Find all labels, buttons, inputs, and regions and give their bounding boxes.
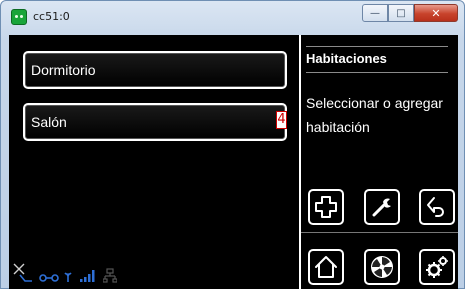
link-icon xyxy=(39,274,59,282)
room-count-badge: 4 xyxy=(276,111,287,129)
fan-button[interactable] xyxy=(364,249,400,285)
wrench-icon xyxy=(372,198,391,217)
panel-title: Habitaciones xyxy=(306,51,387,66)
panel-divider xyxy=(299,35,301,289)
lan-icon xyxy=(103,268,117,283)
panel-rule-top xyxy=(306,46,448,47)
add-icon xyxy=(315,196,337,218)
app-window: cc51:0 — □ ✕ Dormitorio Salón 4 Habitaci… xyxy=(0,0,465,289)
close-icon: ✕ xyxy=(431,6,441,20)
maximize-button[interactable]: □ xyxy=(388,4,414,22)
signal-bars-icon xyxy=(80,270,95,282)
client-area: Dormitorio Salón 4 Habitaciones Seleccio… xyxy=(9,35,458,289)
edit-room-button[interactable] xyxy=(364,189,400,225)
window-controls: — □ ✕ xyxy=(362,4,458,24)
gears-icon xyxy=(426,256,448,278)
minimize-button[interactable]: — xyxy=(362,4,388,22)
settings-button[interactable] xyxy=(419,249,455,285)
room-label: Salón xyxy=(31,114,67,130)
network-icon xyxy=(19,274,32,282)
toolbar-separator xyxy=(301,232,458,233)
room-label: Dormitorio xyxy=(31,62,96,78)
title-bar[interactable]: cc51:0 — □ ✕ xyxy=(1,1,464,35)
maximize-icon: □ xyxy=(396,7,406,19)
add-room-button[interactable] xyxy=(308,189,344,225)
panel-instructions: Seleccionar o agregar habitación xyxy=(306,95,443,135)
home-button[interactable] xyxy=(308,249,344,285)
panel-rule-bottom xyxy=(306,72,448,73)
room-button-dormitorio[interactable]: Dormitorio xyxy=(23,51,287,89)
home-icon xyxy=(315,256,337,278)
back-icon xyxy=(427,197,444,217)
window-title: cc51:0 xyxy=(33,10,70,23)
minimize-icon: — xyxy=(370,7,380,19)
fan-icon xyxy=(371,256,393,278)
room-button-salon[interactable]: Salón 4 xyxy=(23,103,287,141)
antenna-icon xyxy=(64,272,72,282)
back-button[interactable] xyxy=(419,189,455,225)
app-icon xyxy=(11,9,27,25)
close-button[interactable]: ✕ xyxy=(414,4,458,22)
